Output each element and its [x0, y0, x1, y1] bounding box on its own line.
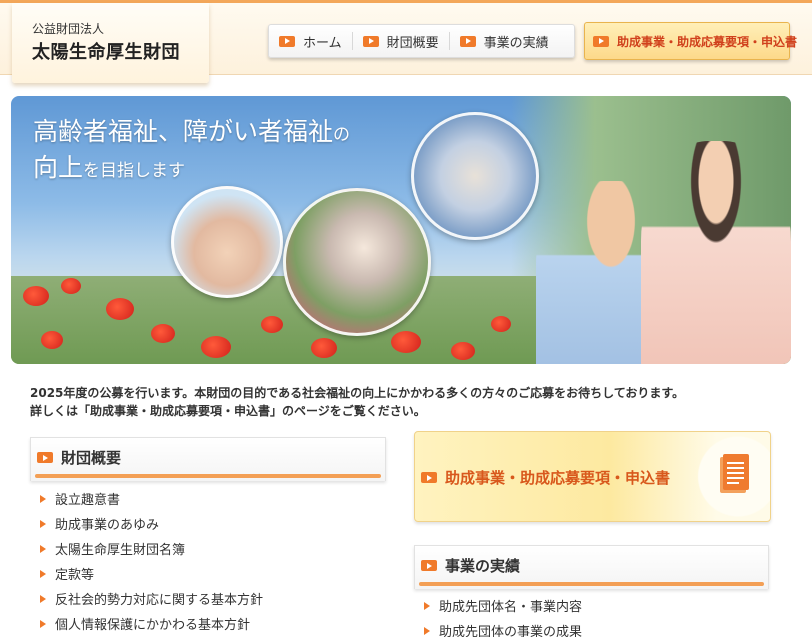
arrow-right-icon	[593, 35, 609, 47]
list-item-label: 太陽生命厚生財団名簿	[55, 543, 186, 558]
poppy-flower	[201, 336, 231, 358]
arrow-right-icon	[279, 35, 295, 47]
poppy-flower	[451, 342, 475, 360]
photo-grandparent-child	[411, 112, 539, 240]
arrow-right-icon	[421, 560, 437, 571]
hero-flower-field	[11, 276, 551, 364]
hero-headline-particle: を目指します	[83, 161, 186, 181]
apply-banner-label: 助成事業・助成応募要項・申込書	[445, 469, 671, 487]
results-section-title: 事業の実績	[445, 557, 521, 575]
photo-holding-hands	[171, 186, 283, 298]
hero-headline-part: 高齢者福祉、障がい者福祉	[33, 117, 334, 146]
hero-headline-particle: の	[333, 125, 351, 145]
list-item[interactable]: 反社会的勢力対応に関する基本方針	[40, 586, 380, 611]
list-item-label: 個人情報保護にかかわる基本方針	[55, 618, 251, 633]
foundation-section-title: 財団概要	[61, 449, 122, 467]
global-nav: ホーム 財団概要 事業の実績	[268, 24, 575, 58]
hero-headline-line1: 高齢者福祉、障がい者福祉の	[33, 112, 350, 148]
triangle-right-icon	[40, 619, 46, 628]
poppy-flower	[261, 316, 283, 333]
list-item[interactable]: 定款等	[40, 561, 380, 586]
triangle-right-icon	[40, 569, 46, 578]
apply-banner-link[interactable]: 助成事業・助成応募要項・申込書	[414, 431, 771, 522]
logo-org-name: 太陽生命厚生財団	[32, 42, 180, 63]
results-section-header: 事業の実績	[414, 545, 769, 589]
arrow-right-icon	[421, 472, 437, 483]
foundation-link-list: 設立趣意書 助成事業のあゆみ 太陽生命厚生財団名簿 定款等 反社会的勢力対応に関…	[40, 486, 380, 636]
list-item[interactable]: 助成先団体名・事業内容	[424, 593, 764, 618]
arrow-right-icon	[37, 452, 53, 463]
triangle-right-icon	[424, 601, 430, 610]
poppy-flower	[151, 324, 175, 343]
triangle-right-icon	[40, 544, 46, 553]
photo-elderly-woman	[641, 141, 791, 364]
poppy-flower	[23, 286, 49, 306]
hero-headline-line2: 向上を目指します	[33, 148, 185, 184]
foundation-section-header: 財団概要	[30, 437, 386, 481]
intro-line: 2025年度の公募を行います。本財団の目的である社会福祉の向上にかかわる多くの方…	[30, 386, 685, 400]
nav-home[interactable]: ホーム	[269, 25, 352, 57]
triangle-right-icon	[40, 494, 46, 503]
results-link-list: 助成先団体名・事業内容 助成先団体の事業の成果	[424, 593, 764, 637]
intro-line: 詳しくは「助成事業・助成応募要項・申込書」のページをご覧ください。	[30, 404, 426, 418]
list-item-label: 助成先団体名・事業内容	[439, 600, 583, 615]
poppy-flower	[106, 298, 134, 320]
triangle-right-icon	[40, 594, 46, 603]
nav-apply-button[interactable]: 助成事業・助成応募要項・申込書	[584, 22, 797, 60]
list-item-label: 助成事業のあゆみ	[55, 518, 160, 533]
hero-headline-part: 向上	[33, 153, 84, 182]
hero-banner: 高齢者福祉、障がい者福祉の 向上を目指します	[11, 96, 791, 364]
list-item-label: 設立趣意書	[55, 493, 121, 508]
arrow-right-icon	[459, 35, 476, 47]
list-item-label: 反社会的勢力対応に関する基本方針	[55, 593, 264, 608]
nav-foundation-overview[interactable]: 財団概要	[353, 25, 449, 57]
document-icon	[720, 454, 749, 493]
nav-results-label: 事業の実績	[483, 35, 549, 51]
nav-foundation-overview-label: 財団概要	[386, 35, 439, 51]
nav-apply-label: 助成事業・助成応募要項・申込書	[617, 34, 798, 49]
intro-notice: 2025年度の公募を行います。本財団の目的である社会福祉の向上にかかわる多くの方…	[30, 384, 790, 420]
site-logo[interactable]: 公益財団法人 太陽生命厚生財団	[12, 3, 209, 83]
nav-results[interactable]: 事業の実績	[450, 25, 559, 57]
nav-home-label: ホーム	[303, 35, 342, 51]
list-item-label: 定款等	[55, 568, 95, 583]
list-item[interactable]: 助成事業のあゆみ	[40, 511, 380, 536]
list-item[interactable]: 助成先団体の事業の成果	[424, 618, 764, 637]
logo-org-type: 公益財団法人	[32, 22, 105, 36]
poppy-flower	[311, 338, 337, 358]
list-item-label: 助成先団体の事業の成果	[439, 625, 583, 637]
photo-elderly-woman-flowers	[283, 188, 431, 336]
poppy-flower	[61, 278, 81, 294]
list-item[interactable]: 個人情報保護にかかわる基本方針	[40, 611, 380, 636]
poppy-flower	[491, 316, 511, 332]
arrow-right-icon	[362, 35, 379, 47]
poppy-flower	[41, 331, 63, 349]
poppy-flower	[391, 331, 421, 353]
list-item[interactable]: 設立趣意書	[40, 486, 380, 511]
triangle-right-icon	[40, 519, 46, 528]
triangle-right-icon	[424, 626, 430, 635]
list-item[interactable]: 太陽生命厚生財団名簿	[40, 536, 380, 561]
